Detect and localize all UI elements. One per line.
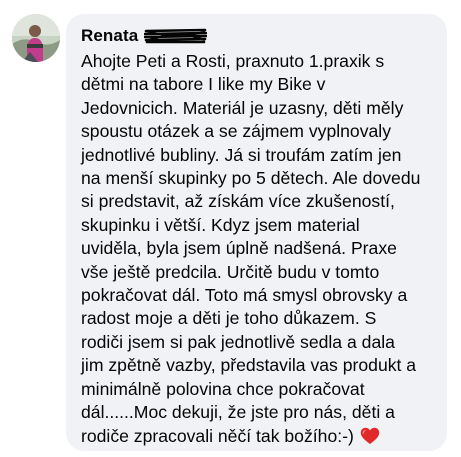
comment-line: na menší skupinky po 5 dětech. Ale doved…: [81, 168, 421, 189]
comment-row: Renata Ahojte Peti a Rosti, praxnuto 1.p…: [0, 0, 461, 457]
comment-line: Jedovnicich. Materiál je uzasny, děti mě…: [81, 97, 404, 118]
comment-line: skupinku i větší. Kdyz jsem material: [81, 214, 360, 235]
comment-line: spoustu otázek a se zájmem vyplnovaly: [81, 121, 391, 142]
red-heart-icon: [360, 427, 380, 445]
avatar[interactable]: [12, 14, 60, 62]
comment-line: si predstavit, až získám více zkušeností…: [81, 191, 395, 212]
comment-line: minimálně polovina chce pokračovat: [81, 378, 365, 399]
comment-line: Ahojte Peti a Rosti, praxnuto 1.praxik s: [81, 51, 385, 71]
author-name[interactable]: Renata: [81, 26, 138, 46]
comment-line: uviděla, byla jsem úplně nadšená. Praxe: [81, 238, 397, 259]
comment-line: rodiči jsem si pak jednotlivě sedla a da…: [81, 331, 395, 352]
comment-line: jednotlivé bubliny. Já si troufám zatím …: [81, 144, 402, 165]
comment-line: dětmi na tabore I like my Bike v: [81, 74, 326, 95]
comment-text: Ahojte Peti a Rosti, praxnuto 1.praxik s…: [81, 50, 433, 448]
comment-line: radost moje a děti je toho důkazem. S: [81, 308, 377, 329]
redaction-scribble: [143, 27, 208, 45]
avatar-photo: [12, 14, 60, 62]
comment-line-text: rodiče zpracovali něčí tak božího:-): [81, 425, 354, 446]
comment-line: dál......Moc dekuji, že jste pro nás, dě…: [81, 402, 395, 423]
comment-line: jim zpětně vazby, představila vas produk…: [81, 355, 417, 376]
comment-line: vše ještě predcila. Určitě budu v tomto: [81, 261, 380, 282]
comment-bubble: Renata Ahojte Peti a Rosti, praxnuto 1.p…: [66, 14, 447, 451]
comment-line: pokračovat dál. Toto má smysl obrovsky a: [81, 285, 408, 306]
comment-line-last: rodiče zpracovali něčí tak božího:-): [81, 425, 433, 448]
author-line: Renata: [81, 24, 433, 48]
